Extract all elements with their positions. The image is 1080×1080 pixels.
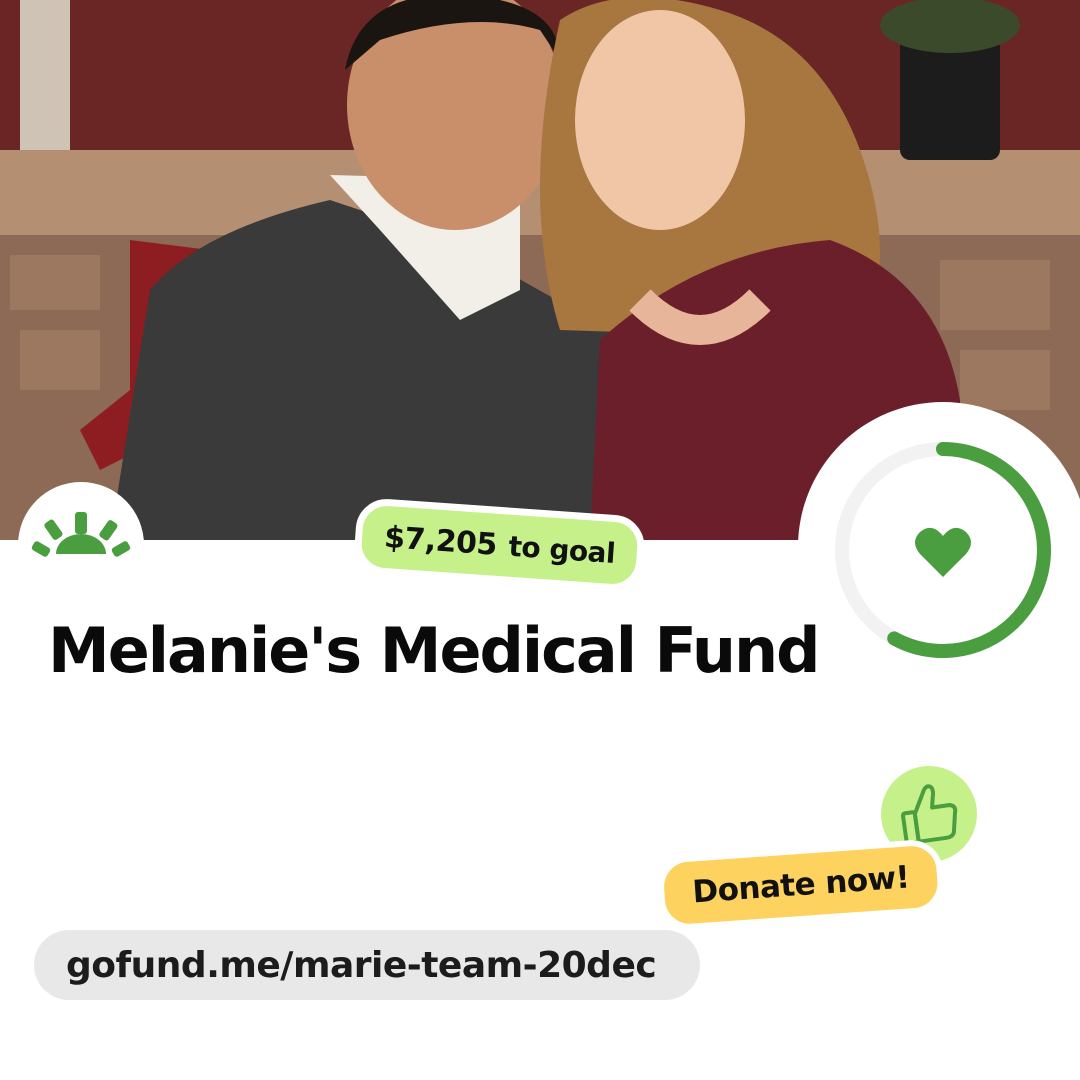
campaign-url-text: gofund.me/marie-team-20dec: [66, 944, 657, 986]
gofundme-logo: [18, 482, 144, 608]
campaign-url[interactable]: gofund.me/marie-team-20dec: [34, 930, 700, 1000]
progress-ring: [798, 402, 1080, 692]
heart-icon: [915, 527, 971, 577]
campaign-title: Melanie's Medical Fund: [48, 614, 820, 687]
progress-ring-graphic: [835, 442, 1051, 658]
goal-amount: $7,205: [383, 519, 499, 563]
goal-label: to goal: [507, 529, 617, 570]
donate-now-label: Donate now!: [691, 859, 911, 911]
gofundme-sun-logo-icon: [31, 512, 131, 557]
